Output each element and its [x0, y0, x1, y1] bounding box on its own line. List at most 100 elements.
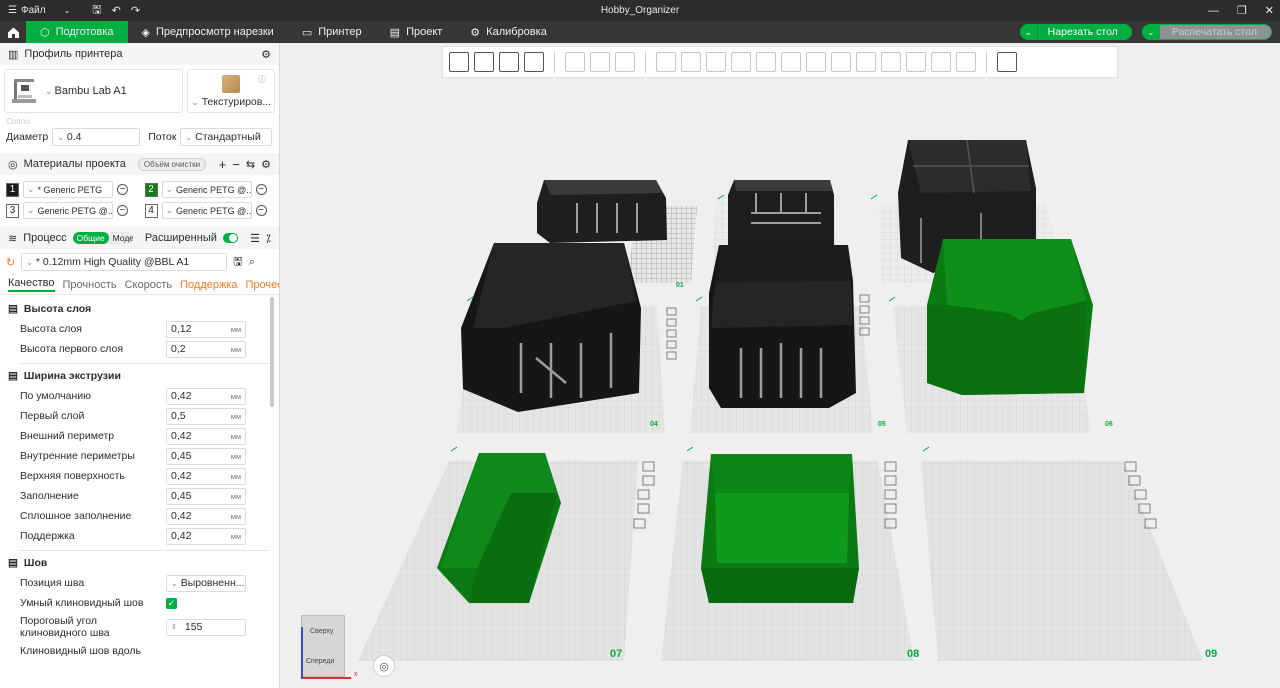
- tab-device[interactable]: ▭ Принтер: [288, 21, 376, 43]
- tab-project[interactable]: ▤ Проект: [376, 21, 457, 43]
- printer-selector[interactable]: ⌄ Bambu Lab A1: [4, 69, 184, 113]
- remove-filament-icon[interactable]: −: [117, 205, 128, 216]
- scale-icon[interactable]: [706, 52, 726, 72]
- setting-input[interactable]: 0,42 мм: [166, 427, 246, 445]
- save-icon[interactable]: 🖫: [92, 1, 101, 20]
- remove-filament-icon[interactable]: −: [117, 184, 128, 195]
- add-icon[interactable]: +: [219, 157, 227, 172]
- smart-scarf-checkbox[interactable]: ✓: [166, 597, 177, 609]
- measure-icon[interactable]: [906, 52, 926, 72]
- mode-global[interactable]: Общие: [72, 232, 109, 244]
- model-bin-green-front-center[interactable]: [701, 454, 859, 603]
- scrollbar[interactable]: [270, 297, 274, 407]
- seam-position-select[interactable]: ⌄ Выровненн...: [166, 574, 246, 592]
- list-icon[interactable]: ☰: [250, 232, 260, 245]
- model-crate-back-middle[interactable]: [728, 180, 834, 246]
- tab-others[interactable]: Прочее: [246, 279, 279, 291]
- color-paint-icon[interactable]: [881, 52, 901, 72]
- model-crate-back-left[interactable]: [537, 180, 667, 243]
- stepper-arrows-icon[interactable]: ⇕: [171, 623, 177, 631]
- search-icon[interactable]: ⌕: [249, 256, 255, 269]
- sync-icon[interactable]: ⇆: [246, 158, 255, 171]
- move-icon[interactable]: [656, 52, 676, 72]
- chevron-down-icon[interactable]: ⌄: [1142, 24, 1160, 40]
- setting-input[interactable]: 0,42 мм: [166, 387, 246, 405]
- nozzle-diameter-select[interactable]: ⌄ 0.4: [52, 128, 141, 146]
- auto-orient-icon[interactable]: [499, 52, 519, 72]
- scene-canvas[interactable]: 01 04 05 06 07 08 09: [281, 43, 1280, 688]
- tab-calibration[interactable]: ⚙ Калибровка: [456, 21, 561, 43]
- plate-type-selector[interactable]: ⓘ ⌄ Текстуриров...: [187, 69, 275, 113]
- tab-speed[interactable]: Скорость: [125, 279, 173, 291]
- setting-input[interactable]: 0,5 мм: [166, 407, 246, 425]
- process-mode-toggle[interactable]: Общие Модели: [72, 232, 133, 244]
- process-preset-select[interactable]: ⌄ * 0.12mm High Quality @BBL A1: [21, 253, 228, 271]
- nozzle-flow-select[interactable]: ⌄ Стандартный: [180, 128, 273, 146]
- info-icon[interactable]: ⓘ: [258, 74, 266, 85]
- minimize-icon[interactable]: —: [1208, 5, 1219, 17]
- split-parts-icon[interactable]: [590, 52, 610, 72]
- close-icon[interactable]: ✕: [1265, 4, 1274, 17]
- save-preset-icon[interactable]: 🖫: [233, 253, 242, 272]
- settings-list[interactable]: ▤ Высота слоя Высота слоя 0,12 мм Высота …: [0, 295, 279, 657]
- text-icon[interactable]: [856, 52, 876, 72]
- filament-number[interactable]: 1: [6, 182, 19, 197]
- compare-icon[interactable]: ⁒: [266, 232, 271, 245]
- seam-paint-icon[interactable]: [831, 52, 851, 72]
- settings-icon[interactable]: ⚙: [261, 48, 271, 61]
- restore-icon[interactable]: ❐: [1237, 4, 1247, 17]
- filament-select[interactable]: ⌄ Generic PETG @...: [23, 202, 113, 219]
- variable-layer-icon[interactable]: [997, 52, 1017, 72]
- add-plate-grid-icon[interactable]: [474, 52, 494, 72]
- split-objects-icon[interactable]: [565, 52, 585, 72]
- setting-input[interactable]: 0,12 мм: [166, 320, 246, 338]
- reset-icon[interactable]: ↻: [6, 256, 15, 269]
- flushing-volumes-button[interactable]: Объём очистки: [137, 157, 207, 171]
- scarf-angle-stepper[interactable]: ⇕ 155: [166, 618, 246, 636]
- filament-select[interactable]: ⌄ Generic PETG @...: [161, 202, 252, 219]
- filament-number[interactable]: 3: [6, 203, 19, 218]
- layers-editing-icon[interactable]: [615, 52, 635, 72]
- model-bin-green-right[interactable]: [927, 239, 1093, 395]
- filament-select[interactable]: ⌄ Generic PETG @...: [161, 181, 252, 198]
- tab-quality[interactable]: Качество: [8, 277, 55, 292]
- chevron-down-icon[interactable]: ⌄: [1020, 24, 1038, 40]
- setting-input[interactable]: 0,42 мм: [166, 527, 246, 545]
- setting-input[interactable]: 0,42 мм: [166, 507, 246, 525]
- home-button[interactable]: [0, 21, 26, 43]
- view-cube[interactable]: Сверху Спереди: [301, 615, 345, 677]
- view-cube-top-label[interactable]: Сверху: [310, 628, 333, 635]
- tab-prepare[interactable]: ⬡ Подготовка: [26, 21, 128, 43]
- mesh-boolean-icon[interactable]: [781, 52, 801, 72]
- filament-select[interactable]: ⌄ * Generic PETG: [23, 181, 113, 198]
- zoom-to-fit-button[interactable]: ◎: [373, 655, 395, 677]
- model-crate-middle-center[interactable]: [709, 245, 856, 408]
- file-menu[interactable]: ☰ Файл ⌄: [8, 5, 70, 16]
- cut-icon[interactable]: [756, 52, 776, 72]
- support-paint-icon[interactable]: [806, 52, 826, 72]
- advanced-toggle[interactable]: [222, 233, 239, 243]
- remove-filament-icon[interactable]: −: [255, 184, 267, 195]
- build-plate-09[interactable]: [921, 461, 1203, 661]
- redo-icon[interactable]: ↷: [131, 4, 140, 17]
- setting-input[interactable]: 0,45 мм: [166, 447, 246, 465]
- assembly-icon[interactable]: [931, 52, 951, 72]
- setting-input[interactable]: 0,45 мм: [166, 487, 246, 505]
- view-cube-front-label[interactable]: Спереди: [306, 658, 334, 665]
- remove-icon[interactable]: −: [232, 157, 240, 172]
- setting-input[interactable]: 0,2 мм: [166, 340, 246, 358]
- 3d-viewport[interactable]: 01 04 05 06 07 08 09 Сверху Спереди x ◎: [281, 43, 1280, 688]
- setting-input[interactable]: 0,42 мм: [166, 467, 246, 485]
- slice-plate-button[interactable]: ⌄ Нарезать стол: [1019, 24, 1132, 40]
- tab-preview[interactable]: ◈ Предпросмотр нарезки: [128, 21, 288, 43]
- filament-number[interactable]: 2: [144, 182, 158, 197]
- tab-support[interactable]: Поддержка: [180, 279, 237, 291]
- undo-icon[interactable]: ↶: [112, 4, 121, 17]
- filament-number[interactable]: 4: [144, 203, 158, 218]
- print-plate-button[interactable]: ⌄ Распечатать стол: [1141, 24, 1272, 40]
- model-crate-middle-left[interactable]: [461, 243, 641, 412]
- rotate-icon[interactable]: [681, 52, 701, 72]
- mode-objects[interactable]: Модели: [109, 232, 133, 244]
- emboss-icon[interactable]: [956, 52, 976, 72]
- settings-icon[interactable]: ⚙: [261, 158, 271, 171]
